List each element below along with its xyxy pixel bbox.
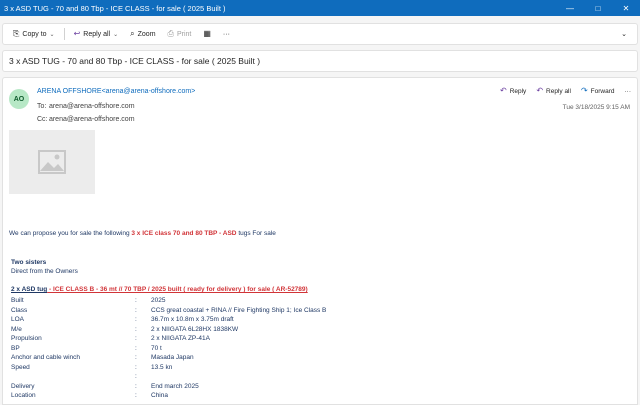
spec-key: Delivery [11,382,35,390]
spec-sep: : [135,382,137,390]
copy-to-button[interactable]: ⎘ Copy to ⌄ [7,25,61,43]
spec-sep: : [135,297,137,304]
more-actions-button[interactable]: ··· [625,88,632,95]
spec-key: Anchor and cable winch [11,354,81,361]
forward-button[interactable]: ↷ Forward [581,87,615,95]
reply-all-icon: ↶ [536,86,544,95]
image-icon [38,150,66,174]
window-title: 3 x ASD TUG - 70 and 80 Tbp - ICE CLASS … [4,3,226,13]
item-heading-red: - ICE CLASS B - 36 mt // 70 TBP / 2025 b… [47,286,308,293]
maximize-button[interactable]: □ [584,0,612,16]
reply-icon: ↶ [499,86,507,95]
print-button[interactable]: ⎙ Print [162,25,198,43]
window-titlebar: 3 x ASD TUG - 70 and 80 Tbp - ICE CLASS … [0,0,640,16]
chevron-down-icon: ⌄ [49,31,55,38]
spec-sep: : [135,363,137,371]
close-button[interactable]: ✕ [612,0,640,16]
forward-label: Forward [590,87,615,95]
chevron-down-icon: ⌄ [113,31,119,38]
reply-button[interactable]: ↶ Reply [500,87,526,95]
cc-recipient[interactable]: arena@arena-offshore.com [49,116,135,123]
item-heading: 2 x ASD tug - ICE CLASS B - 36 mt // 70 … [11,286,308,293]
spec-value: 2025 [151,297,166,304]
spec-value: 2 x NIIGATA ZP-41A [151,335,210,342]
more-options-button[interactable]: ··· [217,25,236,43]
zoom-label: Zoom [137,30,156,38]
reply-all-icon: ↩ [73,29,81,38]
spec-value: Masada Japan [151,354,194,361]
copy-to-label: Copy to [22,30,47,38]
spec-sep: : [135,354,137,361]
sender-name[interactable]: ARENA OFFSHORE<arena@arena-offshore.com> [37,88,195,95]
spec-value: China [151,392,168,399]
avatar[interactable]: AO [9,89,29,109]
intro-text-end: tugs For sale [236,230,276,237]
spec-key: Class [11,306,28,314]
zoom-button[interactable]: ⌕ Zoom [124,25,161,43]
spec-key: Speed [11,363,30,371]
reader-icon: ▦ [203,29,211,38]
spec-key: M/e [11,325,22,333]
collapse-toolbar-button[interactable]: ⌄ [615,25,633,43]
print-icon: ⎙ [167,29,174,38]
spec-key: Built [11,297,24,304]
group-subtitle: Direct from the Owners [11,268,78,275]
reply-all-button[interactable]: ↶ Reply all [536,87,571,95]
intro-paragraph: We can propose you for sale the followin… [9,230,276,237]
spec-value: CCS great coastal + RINA // Fire Fightin… [151,306,327,314]
reply-label: Reply [509,87,527,95]
to-label: To: [37,103,47,110]
spec-value: 13.5 kn [151,363,173,371]
spec-sep: : [135,325,137,333]
message-date: Tue 3/18/2025 9:15 AM [562,104,630,111]
intro-text: We can propose you for sale the followin… [9,230,132,237]
spec-value: 36.7m x 10.8m x 3.75m draft [151,316,234,323]
to-line: To: arena@arena-offshore.com [37,103,135,110]
spec-sep: : [135,392,137,399]
spec-key: LOA [11,316,25,323]
intro-highlight: 3 x ICE class 70 and 80 TBP - ASD [131,230,237,237]
copy-icon: ⎘ [13,29,20,38]
spec-value: 70 t [151,344,162,352]
spec-value: End march 2025 [151,382,199,390]
spec-value: 2 x NIIGATA 6L28HX 1838KW [151,325,239,333]
immersive-reader-button[interactable]: ▦ [197,25,217,43]
print-label: Print [176,30,192,38]
spec-key: BP [11,344,20,352]
spec-sep: : [135,306,137,314]
spec-sep: : [135,316,137,323]
spec-sep: : [135,335,137,342]
image-placeholder[interactable] [9,130,95,194]
toolbar-divider [63,28,65,40]
cc-label: Cc: [37,116,48,123]
reply-all-label: Reply all [546,87,571,95]
spec-key: Propulsion [11,335,42,342]
item-heading-prefix: 2 x ASD tug [11,286,48,293]
spec-sep: : [135,344,137,352]
spec-key: Location [11,392,36,399]
group-title: Two sisters [11,259,47,266]
forward-icon: ↷ [580,86,588,95]
message-pane: AO ARENA OFFSHORE<arena@arena-offshore.c… [2,77,638,405]
to-recipient[interactable]: arena@arena-offshore.com [49,103,135,110]
minimize-button[interactable]: — [556,0,584,16]
message-actions: ↶ Reply ↶ Reply all ↷ Forward ··· [500,87,631,95]
message-subject: 3 x ASD TUG - 70 and 80 Tbp - ICE CLASS … [2,50,638,72]
message-toolbar: ⎘ Copy to ⌄ ↩ Reply all ⌄ ⌕ Zoom ⎙ Print… [2,23,638,45]
reply-all-label: Reply all [83,30,111,38]
reply-all-toolbar-button[interactable]: ↩ Reply all ⌄ [68,25,125,43]
cc-line: Cc: arena@arena-offshore.com [37,116,135,123]
spec-sep: : [135,373,137,380]
zoom-icon: ⌕ [130,29,135,38]
